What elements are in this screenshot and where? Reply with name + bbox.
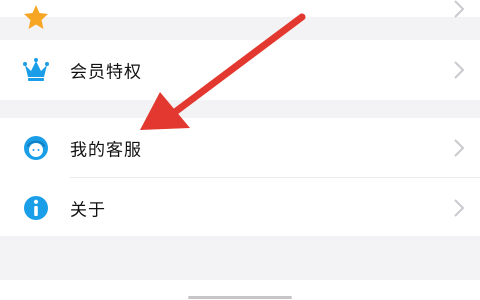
- menu-item-label: 会员特权: [70, 62, 142, 83]
- bottom-group-partial: [0, 280, 480, 300]
- menu-item-member-privileges[interactable]: 会员特权: [0, 40, 480, 100]
- menu-item-label: 关于: [70, 200, 106, 221]
- crown-icon: [23, 58, 49, 81]
- menu-item-about[interactable]: 关于: [0, 178, 480, 238]
- chevron-right-icon: [454, 61, 465, 79]
- chevron-right-icon: [454, 139, 465, 157]
- membership-group: 会员特权: [0, 40, 480, 100]
- star-icon: [24, 5, 48, 29]
- service-about-group: 我的客服 关于: [0, 118, 480, 236]
- chevron-right-icon: [454, 0, 465, 18]
- top-menu-group-partial: [0, 0, 480, 29]
- menu-item-customer-service[interactable]: 我的客服: [0, 118, 480, 178]
- menu-item-partial[interactable]: [0, 0, 480, 29]
- customer-service-icon: [24, 136, 48, 160]
- chevron-right-icon: [454, 199, 465, 217]
- info-icon: [24, 196, 48, 220]
- logout-button-partial[interactable]: [180, 292, 300, 300]
- menu-item-label: 我的客服: [70, 140, 142, 161]
